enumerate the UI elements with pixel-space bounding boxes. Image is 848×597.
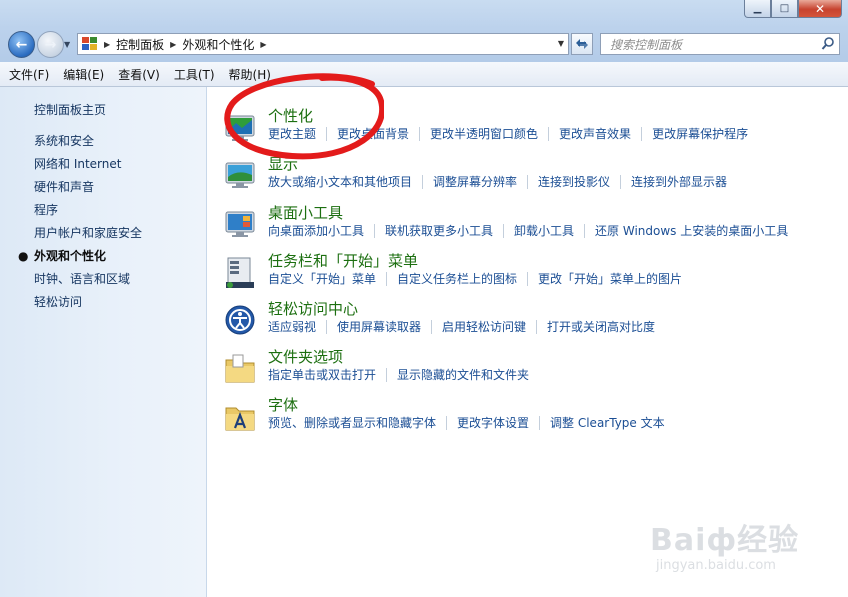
category-links: 向桌面添加小工具 联机获取更多小工具 卸载小工具 还原 Windows 上安装的… bbox=[268, 224, 808, 238]
category-title-ease-of-access[interactable]: 轻松访问中心 bbox=[268, 298, 358, 319]
sidebar-item-label: 外观和个性化 bbox=[34, 249, 107, 263]
sidebar-item-programs[interactable]: 程序 bbox=[34, 203, 142, 226]
address-bar[interactable]: ▶ 控制面板 ▶ 外观和个性化 ▶ ▼ bbox=[77, 33, 569, 55]
sidebar-item-hardware-sound[interactable]: 硬件和声音 bbox=[34, 180, 142, 203]
link-text-size[interactable]: 放大或缩小文本和其他项目 bbox=[268, 175, 424, 189]
menu-bar: 文件(F) 编辑(E) 查看(V) 工具(T) 帮助(H) bbox=[0, 62, 848, 87]
search-icon[interactable] bbox=[821, 36, 835, 52]
minimize-button[interactable]: ▁ bbox=[744, 0, 771, 18]
category-title-gadgets[interactable]: 桌面小工具 bbox=[268, 202, 343, 223]
category-links: 预览、删除或者显示和隐藏字体 更改字体设置 调整 ClearType 文本 bbox=[268, 416, 685, 430]
control-panel-icon bbox=[82, 37, 98, 51]
category-links: 适应弱视 使用屏幕读取器 启用轻松访问键 打开或关闭高对比度 bbox=[268, 320, 675, 334]
window-controls: ▁ □ ✕ bbox=[744, 0, 842, 18]
link-external-display[interactable]: 连接到外部显示器 bbox=[631, 175, 737, 189]
sidebar-item-appearance[interactable]: ● 外观和个性化 bbox=[18, 249, 142, 272]
sidebar: 控制面板主页 系统和安全 网络和 Internet 硬件和声音 程序 用户帐户和… bbox=[0, 87, 207, 597]
link-get-more-gadgets[interactable]: 联机获取更多小工具 bbox=[385, 224, 505, 238]
category-links: 指定单击或双击打开 显示隐藏的文件和文件夹 bbox=[268, 368, 549, 382]
breadcrumb-control-panel[interactable]: 控制面板 bbox=[116, 36, 164, 53]
link-uninstall-gadget[interactable]: 卸载小工具 bbox=[514, 224, 586, 238]
link-add-gadgets[interactable]: 向桌面添加小工具 bbox=[268, 224, 376, 238]
watermark-url: jingyan.baidu.com bbox=[656, 558, 776, 573]
link-ease-keys[interactable]: 启用轻松访问键 bbox=[442, 320, 538, 334]
gadgets-icon[interactable] bbox=[224, 208, 258, 242]
active-bullet-icon: ● bbox=[18, 249, 29, 263]
link-change-theme[interactable]: 更改主题 bbox=[268, 127, 328, 141]
chevron-right-icon[interactable]: ▶ bbox=[104, 40, 110, 49]
category-title-personalization[interactable]: 个性化 bbox=[268, 105, 313, 126]
link-change-screensaver[interactable]: 更改屏幕保护程序 bbox=[652, 127, 758, 141]
sidebar-item-network[interactable]: 网络和 Internet bbox=[34, 157, 142, 180]
ease-of-access-icon[interactable] bbox=[224, 304, 258, 338]
link-change-start-picture[interactable]: 更改「开始」菜单上的图片 bbox=[538, 272, 692, 286]
sidebar-item-user-accounts[interactable]: 用户帐户和家庭安全 bbox=[34, 226, 142, 249]
refresh-icon bbox=[576, 39, 588, 49]
window-titlebar: ▁ □ ✕ ← → ▼ ▶ 控制面板 ▶ 外观和个性化 ▶ ▼ 搜索控制面板 bbox=[0, 0, 848, 62]
link-screen-reader[interactable]: 使用屏幕读取器 bbox=[337, 320, 433, 334]
link-projector[interactable]: 连接到投影仪 bbox=[538, 175, 622, 189]
link-change-background[interactable]: 更改桌面背景 bbox=[337, 127, 421, 141]
link-font-settings[interactable]: 更改字体设置 bbox=[457, 416, 541, 430]
category-links: 放大或缩小文本和其他项目 调整屏幕分辨率 连接到投影仪 连接到外部显示器 bbox=[268, 175, 747, 189]
category-title-display[interactable]: 显示 bbox=[268, 153, 298, 174]
category-personalization: 个性化 更改主题 更改桌面背景 更改半透明窗口颜色 更改声音效果 更改屏幕保护程… bbox=[208, 105, 848, 153]
search-input[interactable]: 搜索控制面板 bbox=[600, 33, 840, 55]
link-cleartype[interactable]: 调整 ClearType 文本 bbox=[550, 416, 675, 430]
link-customize-taskbar-icons[interactable]: 自定义任务栏上的图标 bbox=[397, 272, 529, 286]
link-click-open[interactable]: 指定单击或双击打开 bbox=[268, 368, 388, 382]
maximize-button[interactable]: □ bbox=[771, 0, 798, 18]
taskbar-icon[interactable] bbox=[224, 256, 258, 290]
category-title-taskbar[interactable]: 任务栏和「开始」菜单 bbox=[268, 250, 418, 271]
link-change-sounds[interactable]: 更改声音效果 bbox=[559, 127, 643, 141]
category-title-folder-options[interactable]: 文件夹选项 bbox=[268, 346, 343, 367]
sidebar-item-system-security[interactable]: 系统和安全 bbox=[34, 134, 142, 157]
link-customize-start[interactable]: 自定义「开始」菜单 bbox=[268, 272, 388, 286]
category-links: 自定义「开始」菜单 自定义任务栏上的图标 更改「开始」菜单上的图片 bbox=[268, 272, 702, 286]
watermark-logo: Baiф经验 bbox=[650, 523, 800, 558]
sidebar-list: 系统和安全 网络和 Internet 硬件和声音 程序 用户帐户和家庭安全 ● … bbox=[18, 134, 142, 318]
back-button[interactable]: ← bbox=[8, 31, 35, 58]
forward-button[interactable]: → bbox=[37, 31, 64, 58]
refresh-button[interactable] bbox=[571, 33, 593, 55]
chevron-right-icon[interactable]: ▶ bbox=[170, 40, 176, 49]
sidebar-item-ease-of-access[interactable]: 轻松访问 bbox=[34, 295, 142, 318]
link-restore-gadgets[interactable]: 还原 Windows 上安装的桌面小工具 bbox=[595, 224, 798, 238]
category-gadgets: 桌面小工具 向桌面添加小工具 联机获取更多小工具 卸载小工具 还原 Window… bbox=[208, 202, 848, 250]
category-links: 更改主题 更改桌面背景 更改半透明窗口颜色 更改声音效果 更改屏幕保护程序 bbox=[268, 127, 768, 141]
category-folder-options: 文件夹选项 指定单击或双击打开 显示隐藏的文件和文件夹 bbox=[208, 346, 848, 394]
link-change-window-color[interactable]: 更改半透明窗口颜色 bbox=[430, 127, 550, 141]
breadcrumb-appearance[interactable]: 外观和个性化 bbox=[182, 36, 254, 53]
menu-edit[interactable]: 编辑(E) bbox=[63, 66, 104, 83]
display-icon[interactable] bbox=[224, 159, 258, 193]
personalization-icon[interactable] bbox=[224, 111, 258, 145]
link-preview-fonts[interactable]: 预览、删除或者显示和隐藏字体 bbox=[268, 416, 448, 430]
category-fonts: 字体 预览、删除或者显示和隐藏字体 更改字体设置 调整 ClearType 文本 bbox=[208, 394, 848, 442]
link-high-contrast[interactable]: 打开或关闭高对比度 bbox=[547, 320, 665, 334]
menu-help[interactable]: 帮助(H) bbox=[229, 66, 271, 83]
category-ease-of-access: 轻松访问中心 适应弱视 使用屏幕读取器 启用轻松访问键 打开或关闭高对比度 bbox=[208, 298, 848, 346]
recent-pages-dropdown-icon[interactable]: ▼ bbox=[64, 40, 70, 49]
chevron-right-icon[interactable]: ▶ bbox=[260, 40, 266, 49]
category-display: 显示 放大或缩小文本和其他项目 调整屏幕分辨率 连接到投影仪 连接到外部显示器 bbox=[208, 153, 848, 201]
menu-tools[interactable]: 工具(T) bbox=[174, 66, 215, 83]
category-taskbar: 任务栏和「开始」菜单 自定义「开始」菜单 自定义任务栏上的图标 更改「开始」菜单… bbox=[208, 250, 848, 298]
link-show-hidden[interactable]: 显示隐藏的文件和文件夹 bbox=[397, 368, 539, 382]
category-title-fonts[interactable]: 字体 bbox=[268, 394, 298, 415]
sidebar-item-clock-language[interactable]: 时钟、语言和区域 bbox=[34, 272, 142, 295]
link-screen-resolution[interactable]: 调整屏幕分辨率 bbox=[433, 175, 529, 189]
search-placeholder: 搜索控制面板 bbox=[610, 37, 683, 52]
close-button[interactable]: ✕ bbox=[798, 0, 842, 18]
address-dropdown-icon[interactable]: ▼ bbox=[558, 39, 564, 48]
menu-view[interactable]: 查看(V) bbox=[118, 66, 160, 83]
menu-file[interactable]: 文件(F) bbox=[9, 66, 49, 83]
watermark: Baiф经验 jingyan.baidu.com bbox=[650, 505, 820, 585]
link-low-vision[interactable]: 适应弱视 bbox=[268, 320, 328, 334]
fonts-icon[interactable] bbox=[224, 400, 258, 434]
folder-options-icon[interactable] bbox=[224, 352, 258, 386]
sidebar-home-link[interactable]: 控制面板主页 bbox=[34, 101, 106, 118]
